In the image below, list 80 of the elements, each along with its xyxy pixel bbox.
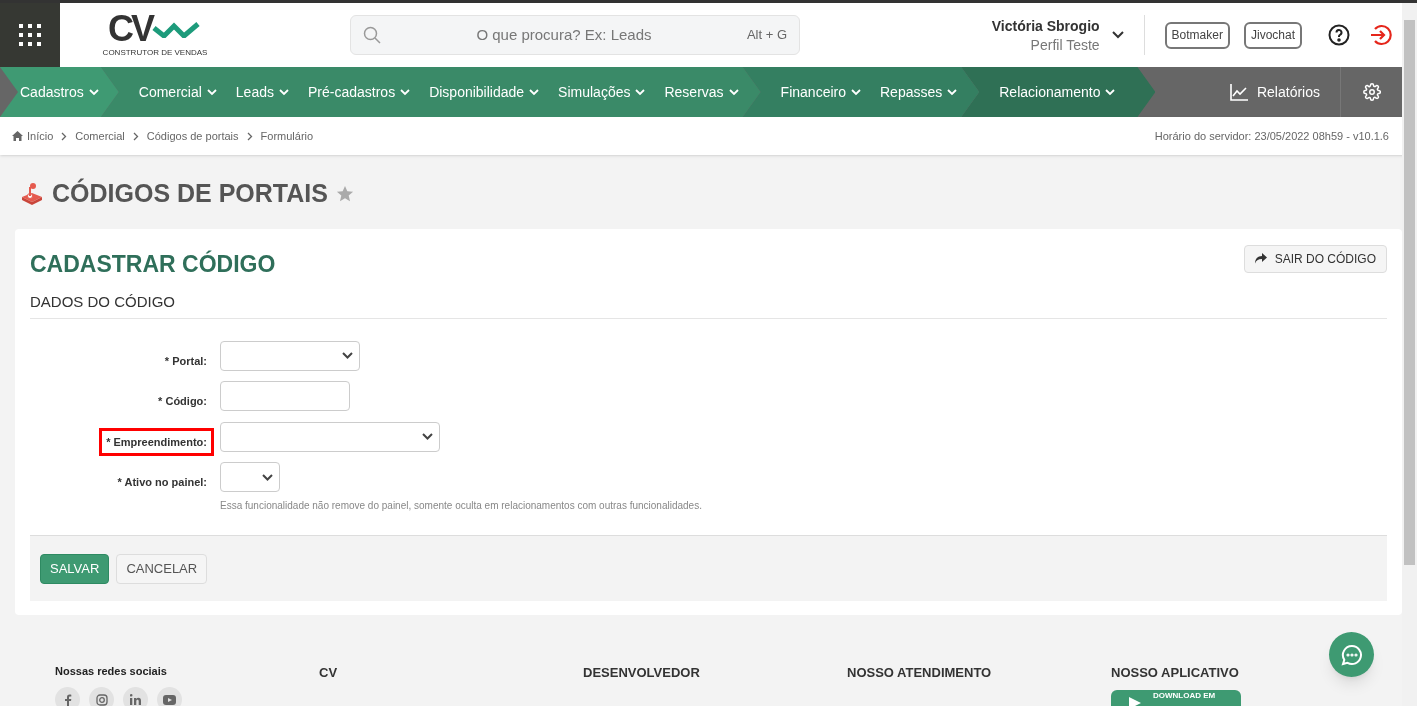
shortcut-hint: Alt + G xyxy=(746,26,787,45)
menu-item[interactable]: Comercial xyxy=(138,81,217,103)
cancel-button[interactable]: CANCELAR xyxy=(116,553,208,584)
search-icon xyxy=(363,26,381,44)
menu-item[interactable]: Relacionamento xyxy=(999,81,1116,103)
chevron-down-icon xyxy=(947,88,958,96)
linkedin-icon[interactable] xyxy=(123,687,148,706)
play-store-icon xyxy=(1129,697,1141,706)
share-arrow-icon xyxy=(1254,253,1267,264)
menu-item[interactable]: Reservas xyxy=(664,81,739,103)
chat-bubble-icon xyxy=(1340,643,1363,666)
exit-button[interactable]: SAIR DO CÓDIGO xyxy=(1243,244,1387,273)
chevron-down-icon xyxy=(88,88,99,96)
server-time: Horário do servidor: 23/05/2022 08h59 - v10.1.6 xyxy=(1154,128,1389,144)
page-title: CÓDIGOS DE PORTAIS xyxy=(52,177,328,209)
chevron-right-icon xyxy=(61,131,68,141)
instagram-icon[interactable] xyxy=(89,687,114,706)
menu-item[interactable]: Simulações xyxy=(558,81,646,103)
chevron-down-icon xyxy=(206,88,217,96)
logo-text: CV xyxy=(108,11,152,47)
search-bar[interactable]: O que procura? Ex: Leads Alt + G xyxy=(350,15,800,55)
menu-item[interactable]: Pré-cadastros xyxy=(308,81,411,103)
menu-item[interactable]: Disponibilidade xyxy=(429,81,540,103)
menu-item[interactable]: Repasses xyxy=(880,81,958,103)
chevron-down-icon xyxy=(279,88,289,96)
user-name[interactable]: Victória Sbrogio xyxy=(991,15,1100,37)
select-field[interactable] xyxy=(220,462,280,492)
chevron-down-icon xyxy=(342,352,353,359)
menu-item[interactable]: Financeiro xyxy=(780,81,861,103)
home-icon xyxy=(12,131,23,141)
chevron-down-icon xyxy=(400,88,411,96)
footer-heading: NOSSO ATENDIMENTO xyxy=(847,663,993,682)
youtube-icon[interactable] xyxy=(157,687,182,706)
field-label: * Ativo no painel: xyxy=(116,475,208,490)
input-field[interactable] xyxy=(220,381,350,411)
field-label: * Portal: xyxy=(163,353,208,369)
chevron-down-icon xyxy=(262,473,273,481)
chevron-down-icon xyxy=(728,88,739,96)
select-field[interactable] xyxy=(220,340,360,371)
footer-heading: CV xyxy=(319,663,339,682)
apps-menu-icon[interactable] xyxy=(0,3,60,67)
help-text: Essa funcionalidade não remove do painel, somente oculta em relacionamentos com outras funcionalidades. xyxy=(220,499,702,513)
chevron-down-icon xyxy=(635,88,646,96)
chevron-right-icon xyxy=(246,131,253,141)
header-button[interactable]: Botmaker xyxy=(1164,21,1230,49)
chevron-down-icon xyxy=(422,433,433,440)
chevron-down-icon xyxy=(1105,88,1116,96)
breadcrumb-link[interactable]: Formulário xyxy=(260,127,314,145)
joystick-icon xyxy=(20,181,44,206)
footer-heading: NOSSO APLICATIVO xyxy=(1111,663,1240,682)
star-icon[interactable] xyxy=(335,184,354,203)
section-heading: DADOS DO CÓDIGO xyxy=(30,291,1387,319)
chevron-down-icon[interactable] xyxy=(1111,31,1124,39)
help-icon[interactable] xyxy=(1328,24,1350,46)
menu-item[interactable]: Leads xyxy=(235,81,289,103)
chevron-down-icon xyxy=(529,88,540,96)
footer-heading: Nossas redes sociais xyxy=(55,663,168,679)
app-store-badge[interactable]: DOWNLOAD EM xyxy=(1111,690,1241,706)
field-label: * Código: xyxy=(157,394,208,409)
line-chart-icon xyxy=(1229,83,1248,101)
card-title: CADASTRAR CÓDIGO xyxy=(30,249,276,279)
header-button[interactable]: Jivochat xyxy=(1243,21,1302,49)
search-input[interactable]: O que procura? Ex: Leads xyxy=(381,23,747,47)
logo-tagline: CONSTRUTOR DE VENDAS xyxy=(102,47,208,59)
menu-item[interactable]: Cadastros xyxy=(20,81,99,103)
breadcrumb-link[interactable]: Comercial xyxy=(75,127,125,145)
chat-button[interactable] xyxy=(1329,632,1374,677)
user-profile: Perfil Teste xyxy=(1030,36,1100,55)
footer-heading: DESENVOLVEDOR xyxy=(583,663,701,682)
breadcrumb-link[interactable]: Início xyxy=(27,127,54,145)
breadcrumb-link[interactable]: Códigos de portais xyxy=(146,127,239,145)
select-field[interactable] xyxy=(220,421,440,452)
facebook-icon[interactable] xyxy=(55,687,80,706)
settings-icon[interactable] xyxy=(1362,83,1381,101)
zigzag-logo-icon xyxy=(152,20,202,38)
chevron-down-icon xyxy=(851,88,861,96)
save-button[interactable]: SALVAR xyxy=(40,553,110,584)
logout-icon[interactable] xyxy=(1370,24,1392,46)
field-label: * Empreendimento: xyxy=(99,427,214,456)
chevron-right-icon xyxy=(132,131,139,141)
